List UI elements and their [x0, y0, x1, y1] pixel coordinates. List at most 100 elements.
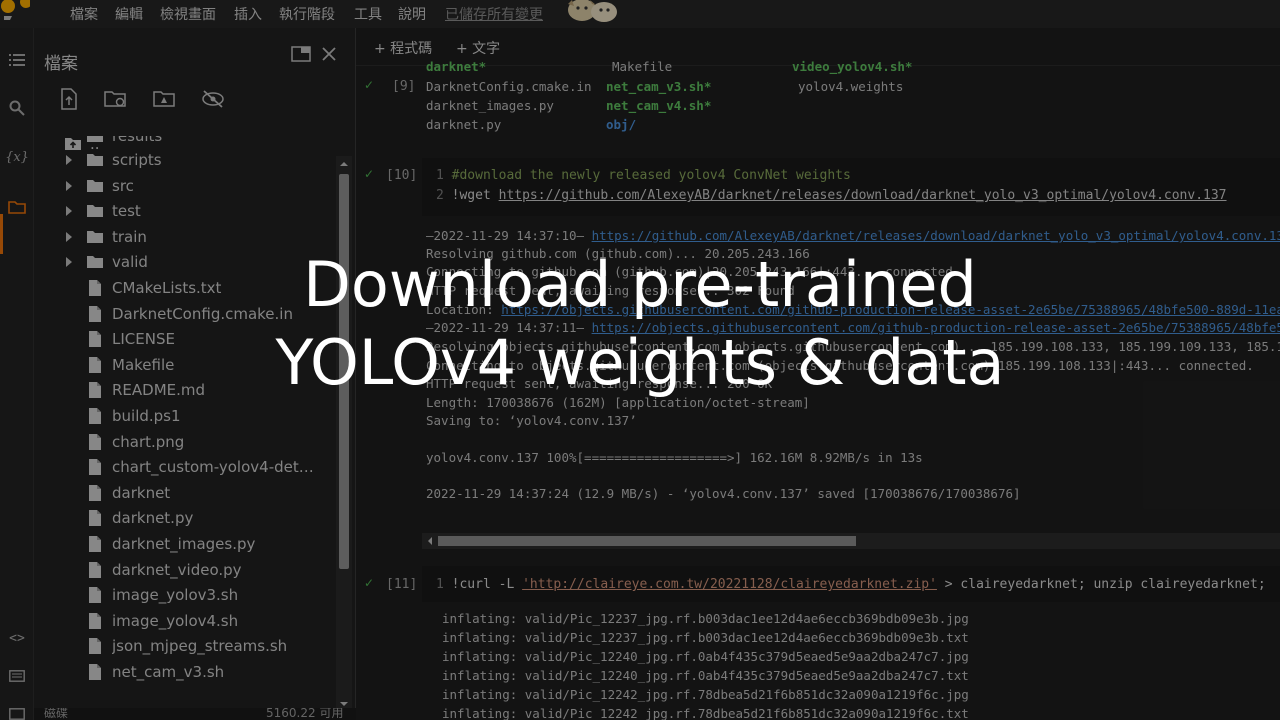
- add-code-button[interactable]: + 程式碼: [374, 38, 432, 58]
- tree-folder-test[interactable]: test: [34, 199, 334, 223]
- saved-line: 2022-11-29 14:37:24 (12.9 MB/s) - ‘yolov…: [426, 486, 1021, 501]
- menu-help[interactable]: 說明: [398, 4, 426, 24]
- output-text: Location:: [426, 302, 502, 317]
- code-snippets-icon[interactable]: <>: [3, 624, 31, 652]
- ls-output-row: darknet*: [426, 59, 486, 74]
- ls-entry: video_yolov4.sh*: [792, 59, 913, 74]
- menu-runtime[interactable]: 執行階段: [279, 4, 335, 24]
- ls-entry: DarknetConfig.cmake.in: [426, 79, 592, 94]
- save-status-link[interactable]: 已儲存所有變更: [445, 4, 543, 24]
- menu-insert[interactable]: 插入: [234, 4, 262, 24]
- chevron-right-icon[interactable]: [64, 231, 74, 243]
- close-icon[interactable]: [321, 46, 337, 62]
- variables-icon[interactable]: {x}: [3, 143, 31, 171]
- tree-file-item[interactable]: darknet.py: [34, 506, 334, 530]
- upload-icon[interactable]: [59, 88, 79, 110]
- tree-folder-valid[interactable]: valid: [34, 250, 334, 274]
- tree-file-item[interactable]: chart_custom-yolov4-detect...: [34, 455, 334, 479]
- tree-file-item[interactable]: Makefile: [34, 353, 334, 377]
- disk-label: 磁碟: [44, 708, 69, 720]
- disk-usage-footer: 磁碟 5160.22 可用: [34, 708, 356, 720]
- tree-item-label: DarknetConfig.cmake.in: [112, 304, 293, 323]
- output-text: Connecting to github.com (github.com)|20…: [426, 264, 961, 279]
- command-palette-icon[interactable]: [3, 662, 31, 690]
- code-url[interactable]: 'http://claireye.com.tw/20221128/clairey…: [522, 577, 937, 592]
- output-line: inflating: valid/Pic_12242_jpg.rf.78dbea…: [442, 706, 969, 720]
- tree-item-partial[interactable]: results: [34, 136, 334, 148]
- menu-edit[interactable]: 編輯: [115, 4, 143, 24]
- menu-view[interactable]: 檢視畫面: [160, 4, 216, 24]
- tree-folder-scripts[interactable]: scripts: [34, 148, 334, 172]
- shell-command-rest: > claireyedarknet; unzip claireyedarknet…: [944, 577, 1266, 592]
- tree-file-item[interactable]: darknet: [34, 481, 334, 505]
- file-icon: [89, 433, 101, 450]
- search-icon[interactable]: [3, 94, 31, 122]
- folder-icon: [87, 256, 103, 269]
- output-line: inflating: valid/Pic_12240_jpg.rf.0ab4f4…: [442, 649, 969, 664]
- output-text: Resolving objects.githubusercontent.com …: [426, 339, 1280, 354]
- folder-icon: [87, 230, 103, 243]
- tree-file-item[interactable]: LICENSE: [34, 327, 334, 351]
- scrollbar-thumb[interactable]: [339, 174, 349, 569]
- code-editor[interactable]: [422, 158, 1280, 216]
- scroll-up-icon[interactable]: [339, 159, 349, 169]
- menu-file[interactable]: 檔案: [70, 4, 98, 24]
- file-panel-title: 檔案: [44, 54, 78, 74]
- tree-file-item[interactable]: build.ps1: [34, 404, 334, 428]
- folder-icon[interactable]: [3, 193, 31, 221]
- output-scrollbar[interactable]: [422, 533, 1280, 549]
- add-text-button[interactable]: + 文字: [456, 38, 500, 58]
- tree-item-label: valid: [112, 253, 148, 272]
- file-tree-scrollbar[interactable]: [336, 156, 352, 712]
- tree-file-item[interactable]: image_yolov4.sh: [34, 609, 334, 633]
- tree-file-item[interactable]: image_yolov3.sh: [34, 583, 334, 607]
- tree-item-label: darknet: [112, 483, 171, 502]
- ls-entry: darknet.py: [426, 117, 502, 132]
- chevron-right-icon[interactable]: [64, 205, 74, 217]
- chevron-right-icon[interactable]: [64, 180, 74, 192]
- file-icon: [89, 587, 101, 604]
- output-line: Connecting to github.com (github.com)|20…: [426, 264, 960, 279]
- output-line: inflating: valid/Pic_12240_jpg.rf.0ab4f4…: [442, 668, 969, 683]
- tree-file-item[interactable]: json_mjpeg_streams.sh: [34, 634, 334, 658]
- output-link[interactable]: https://github.com/AlexeyAB/darknet/rele…: [592, 228, 1280, 243]
- output-line: inflating: valid/Pic_12237_jpg.rf.b003da…: [442, 611, 969, 626]
- run-success-icon: ✓: [364, 576, 375, 590]
- tree-file-item[interactable]: net_cam_v3.sh: [34, 660, 334, 684]
- tree-file-item[interactable]: DarknetConfig.cmake.in: [34, 302, 334, 326]
- chevron-right-icon[interactable]: [64, 256, 74, 268]
- toc-icon[interactable]: [3, 46, 31, 74]
- tree-item-label: darknet_images.py: [112, 535, 256, 553]
- output-link[interactable]: https://objects.githubusercontent.com/gi…: [501, 302, 1280, 317]
- file-icon: [89, 305, 101, 322]
- ls-entry: darknet_images.py: [426, 98, 554, 113]
- mount-drive-icon[interactable]: [153, 89, 177, 109]
- hide-files-icon[interactable]: [201, 89, 225, 109]
- refresh-folder-icon[interactable]: [104, 89, 128, 109]
- tree-file-item[interactable]: README.md: [34, 378, 334, 402]
- output-line: inflating: valid/Pic_12242_jpg.rf.78dbea…: [442, 687, 969, 702]
- tree-file-item[interactable]: chart.png: [34, 430, 334, 454]
- tree-item-label: json_mjpeg_streams.sh: [112, 637, 288, 656]
- output-line: Resolving github.com (github.com)... 20.…: [426, 246, 810, 261]
- output-link[interactable]: https://objects.githubusercontent.com/gi…: [592, 320, 1280, 335]
- tree-folder-src[interactable]: src: [34, 174, 334, 198]
- execution-count: [11]: [386, 577, 418, 592]
- folder-icon: [87, 136, 103, 142]
- scroll-left-icon[interactable]: [425, 536, 435, 546]
- code-url[interactable]: https://github.com/AlexeyAB/darknet/rele…: [499, 188, 1227, 203]
- tree-folder-train[interactable]: train: [34, 225, 334, 249]
- tree-file-item[interactable]: darknet_video.py: [34, 558, 334, 582]
- tree-item-label: CMakeLists.txt: [112, 279, 222, 297]
- terminal-icon[interactable]: [3, 700, 31, 720]
- ls-entry: darknet*: [426, 59, 487, 74]
- tree-item-label: train: [112, 227, 147, 246]
- open-in-tab-icon[interactable]: [291, 45, 311, 63]
- scrollbar-thumb[interactable]: [438, 536, 856, 546]
- tree-file-item[interactable]: CMakeLists.txt: [34, 276, 334, 300]
- chevron-right-icon[interactable]: [64, 154, 74, 166]
- tree-item-label: results: [112, 136, 163, 145]
- tree-file-item[interactable]: darknet_images.py: [34, 532, 334, 556]
- menu-tools[interactable]: 工具: [354, 4, 382, 24]
- code-line-1: 1 #download the newly released yolov4 Co…: [436, 168, 851, 183]
